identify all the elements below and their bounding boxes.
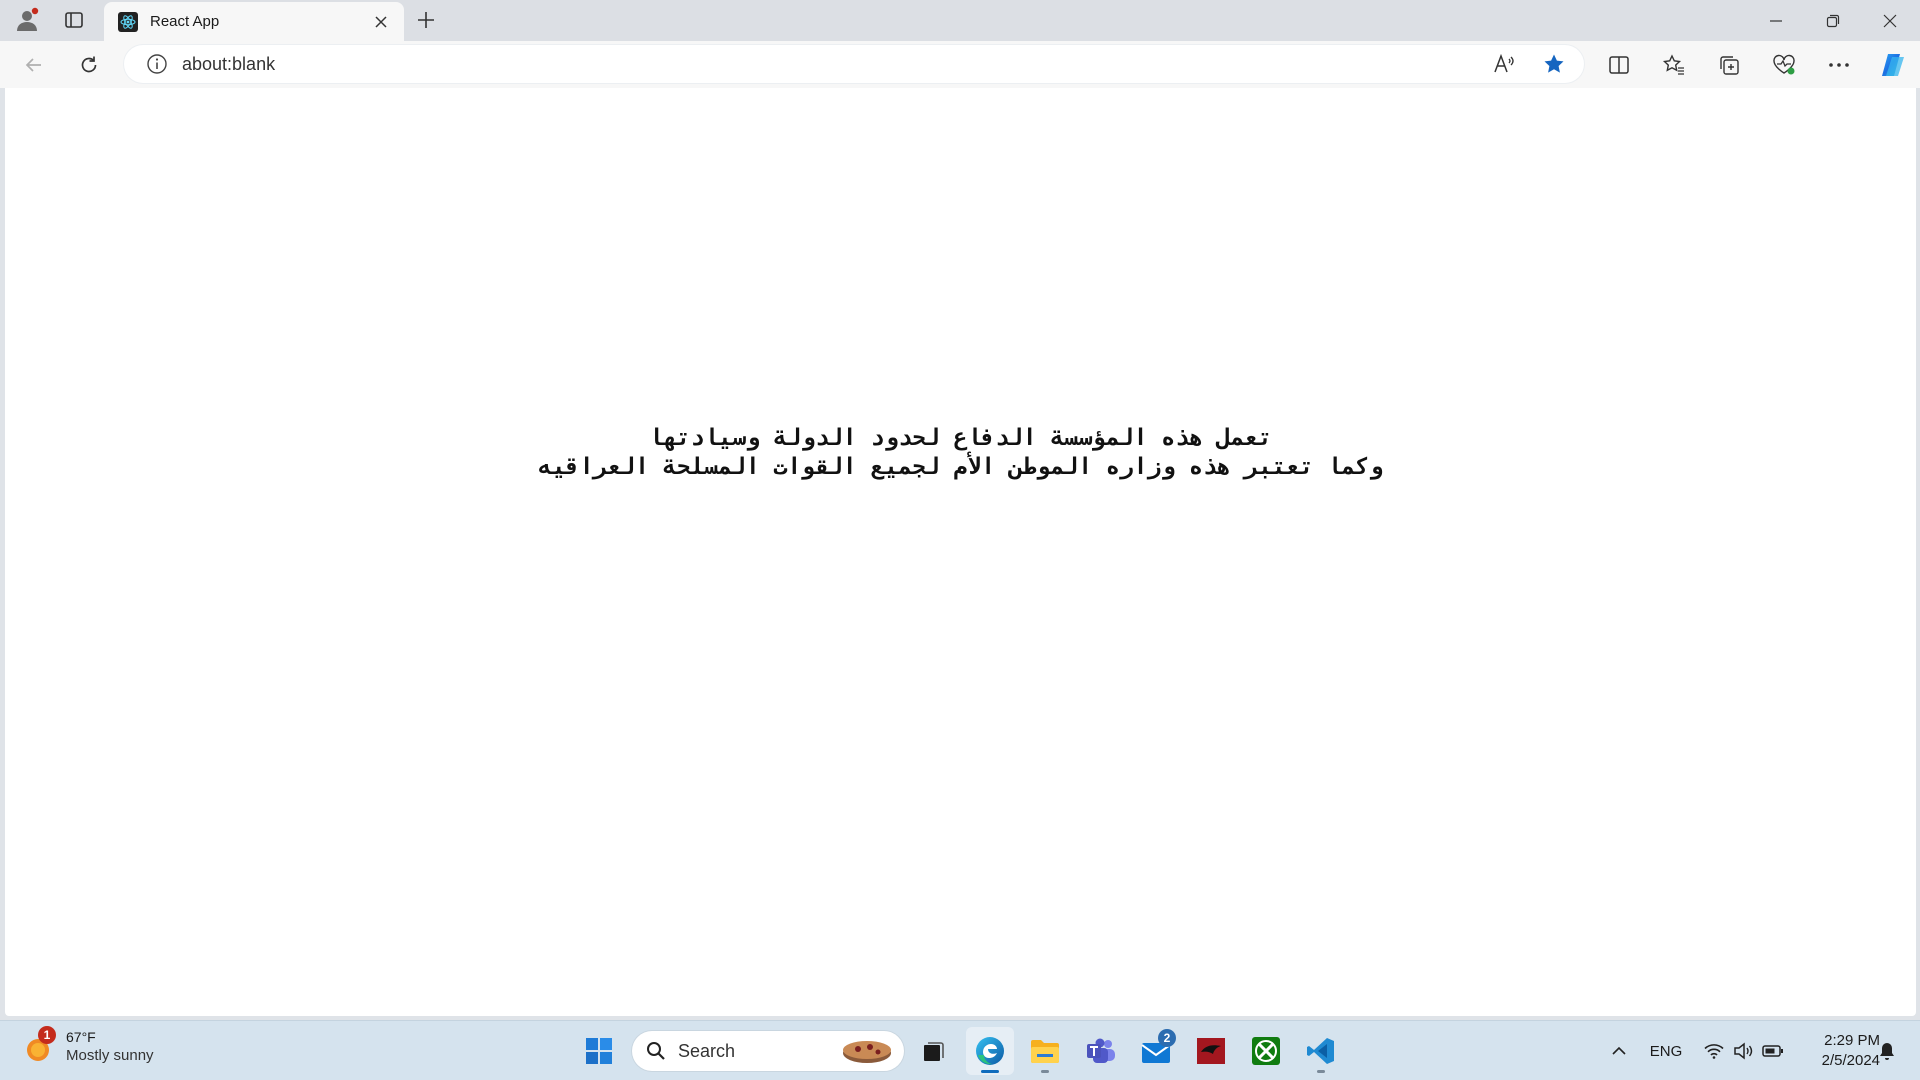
- tab-title: React App: [150, 13, 220, 30]
- info-icon[interactable]: [146, 53, 168, 75]
- copilot-button[interactable]: [1874, 47, 1912, 83]
- react-logo-icon: [118, 11, 138, 32]
- close-window-button[interactable]: [1862, 0, 1918, 41]
- edge-browser-icon: [976, 1037, 1004, 1065]
- chevron-up-icon: [1612, 1046, 1626, 1055]
- clock-date: 2/5/2024: [1821, 1052, 1880, 1069]
- content-line-1: تعمل هذه المؤسسة الدفاع لحدود الدولة وسي…: [648, 425, 1273, 451]
- taskbar: 1 67°F Mostly sunny Search 2 ENG 2:29 PM…: [0, 1020, 1920, 1080]
- taskbar-file-explorer[interactable]: [1021, 1027, 1069, 1075]
- content-line-2: وكما تعتبر هذه وزاره الموطن الأم لجميع ا…: [538, 454, 1383, 480]
- profile-button[interactable]: [10, 4, 44, 36]
- arrow-left-icon: [25, 58, 41, 72]
- favorite-star-button[interactable]: [1534, 45, 1574, 83]
- browser-essentials-button[interactable]: [1765, 47, 1803, 83]
- weather-badge: 1: [38, 1025, 56, 1044]
- vscode-icon: [1307, 1038, 1334, 1064]
- task-view-button[interactable]: [910, 1027, 958, 1075]
- windows-logo-icon: [586, 1038, 612, 1064]
- clock[interactable]: 2:29 PM 2/5/2024: [1790, 1031, 1880, 1071]
- address-bar[interactable]: about:blank: [124, 45, 1584, 83]
- terminal-app-icon: [1197, 1038, 1225, 1064]
- address-url[interactable]: about:blank: [182, 54, 275, 75]
- collections-button[interactable]: [1710, 47, 1748, 83]
- notifications-button[interactable]: [1872, 1021, 1902, 1080]
- weather-temperature: 67°F: [66, 1029, 96, 1045]
- tab-actions-icon: [65, 12, 83, 28]
- settings-more-button[interactable]: [1820, 47, 1858, 83]
- plus-icon: [418, 12, 434, 28]
- taskbar-mail[interactable]: 2: [1132, 1027, 1180, 1075]
- show-hidden-icons-button[interactable]: [1604, 1021, 1634, 1080]
- title-bar: React App: [0, 0, 1920, 41]
- weather-widget[interactable]: 1 67°F Mostly sunny: [24, 1025, 154, 1064]
- teams-icon: [1087, 1038, 1115, 1063]
- restore-icon: [1826, 14, 1840, 27]
- taskbar-app-red[interactable]: [1187, 1027, 1235, 1075]
- heart-pulse-icon: [1773, 54, 1795, 75]
- search-label: Search: [678, 1040, 736, 1061]
- volume-icon: [1734, 1042, 1753, 1060]
- refresh-button[interactable]: [71, 47, 107, 83]
- tab-close-button[interactable]: [370, 11, 392, 33]
- favorites-button[interactable]: [1655, 47, 1693, 83]
- task-view-icon: [924, 1042, 944, 1061]
- split-screen-button[interactable]: [1600, 47, 1638, 83]
- browser-toolbar: about:blank: [0, 41, 1920, 88]
- read-aloud-button[interactable]: [1484, 45, 1524, 83]
- language-label: ENG: [1649, 1042, 1683, 1060]
- folder-icon: [1031, 1040, 1059, 1063]
- page-viewport: تعمل هذه المؤسسة الدفاع لحدود الدولة وسي…: [5, 88, 1916, 1016]
- profile-avatar-icon: [17, 7, 39, 31]
- star-filled-icon: [1544, 54, 1564, 73]
- restore-button[interactable]: [1805, 0, 1861, 41]
- network-button[interactable]: [1700, 1021, 1728, 1080]
- more-horizontal-icon: [1829, 63, 1849, 67]
- close-icon: [1883, 14, 1897, 27]
- start-button[interactable]: [575, 1027, 623, 1075]
- taskbar-teams[interactable]: [1077, 1027, 1125, 1075]
- back-button[interactable]: [16, 47, 52, 83]
- taskbar-vscode[interactable]: [1297, 1027, 1345, 1075]
- tab-react-app[interactable]: React App: [104, 2, 404, 41]
- minimize-button[interactable]: [1748, 0, 1804, 41]
- volume-button[interactable]: [1729, 1021, 1757, 1080]
- language-indicator[interactable]: ENG: [1646, 1021, 1686, 1080]
- bell-icon: [1880, 1043, 1894, 1060]
- weather-description: Mostly sunny: [66, 1047, 154, 1064]
- battery-icon: [1762, 1045, 1783, 1057]
- tab-actions-button[interactable]: [57, 4, 91, 36]
- taskbar-search[interactable]: Search: [632, 1031, 904, 1071]
- close-icon: [375, 15, 387, 28]
- search-icon: [647, 1042, 665, 1060]
- copilot-icon: [1882, 54, 1904, 76]
- collections-icon: [1720, 56, 1739, 75]
- clock-time: 2:29 PM: [1824, 1032, 1880, 1049]
- favorites-icon: [1662, 54, 1684, 75]
- new-tab-button[interactable]: [408, 4, 444, 36]
- taskbar-xbox[interactable]: [1242, 1027, 1290, 1075]
- mail-count-badge: 2: [1158, 1029, 1176, 1047]
- battery-button[interactable]: [1758, 1021, 1788, 1080]
- sun-icon: 1: [24, 1025, 58, 1064]
- xbox-icon: [1252, 1037, 1280, 1065]
- search-highlight-icon: [843, 1041, 891, 1063]
- refresh-icon: [81, 56, 97, 73]
- read-aloud-icon: [1494, 54, 1514, 73]
- split-screen-icon: [1609, 56, 1629, 74]
- page-content: تعمل هذه المؤسسة الدفاع لحدود الدولة وسي…: [5, 424, 1916, 482]
- minimize-icon: [1770, 19, 1782, 22]
- wifi-icon: [1704, 1044, 1724, 1059]
- taskbar-edge[interactable]: [966, 1027, 1014, 1075]
